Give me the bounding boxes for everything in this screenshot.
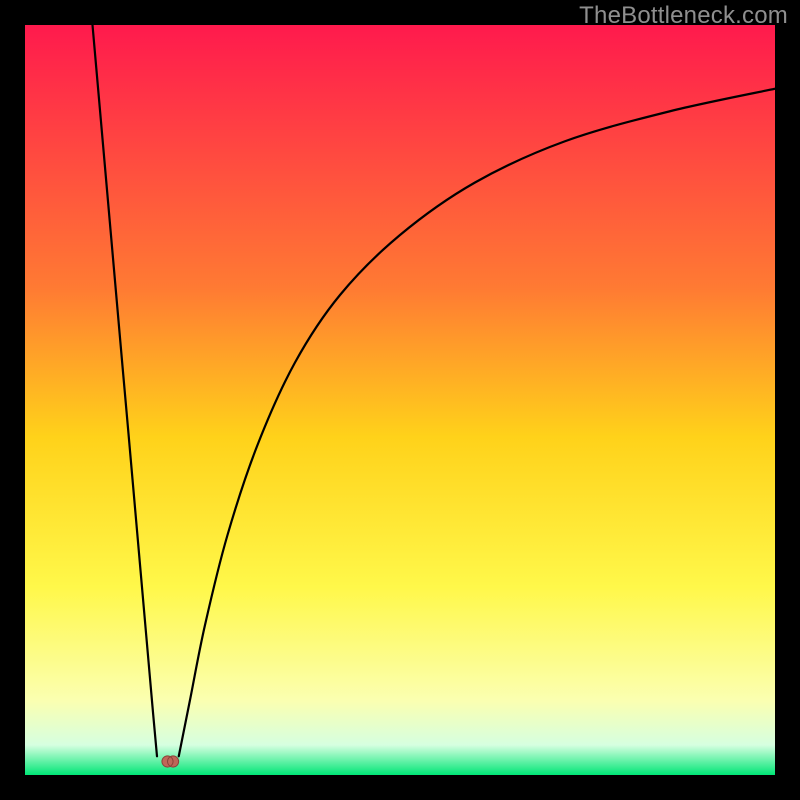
chart-frame: TheBottleneck.com xyxy=(0,0,800,800)
chart-svg xyxy=(25,25,775,775)
gradient-background xyxy=(25,25,775,775)
minimum-marker-icon xyxy=(162,756,179,767)
